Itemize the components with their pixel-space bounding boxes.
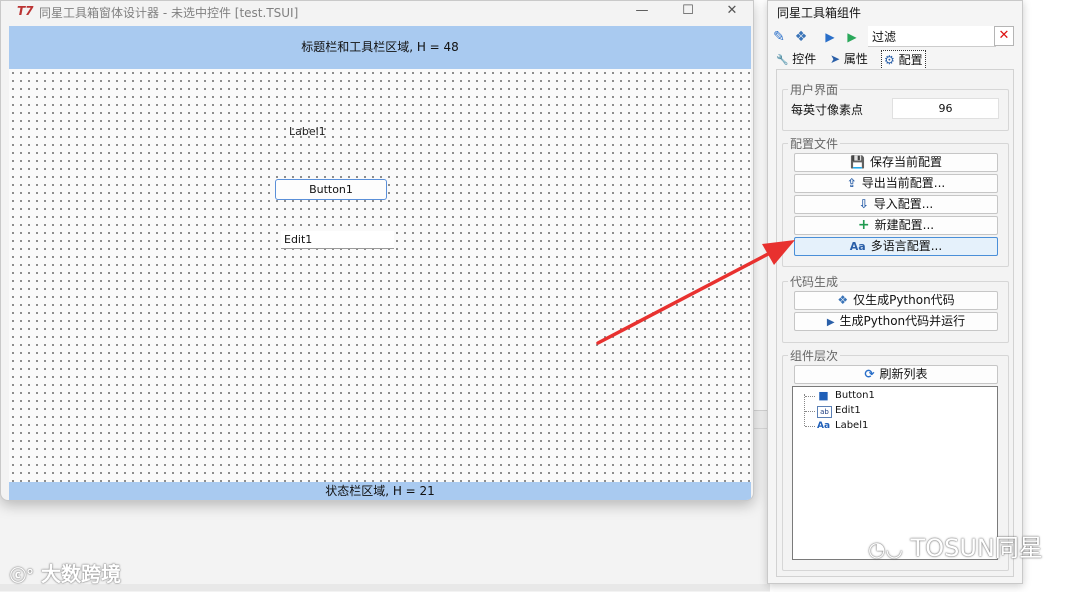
- import-config-button[interactable]: ⇩ 导入配置...: [794, 195, 998, 214]
- hierarchy-group-title: 组件层次: [788, 347, 841, 364]
- minimize-button[interactable]: —: [619, 1, 665, 23]
- edit-widget-icon: ab: [817, 406, 832, 418]
- refresh-list-button[interactable]: ⟳ 刷新列表: [794, 365, 998, 384]
- button-label: 仅生成Python代码: [853, 293, 955, 307]
- tree-item-button1[interactable]: Button1: [835, 390, 875, 401]
- button1-widget[interactable]: Button1: [275, 179, 387, 200]
- refresh-icon: ⟳: [864, 367, 875, 381]
- label1-widget[interactable]: Label1: [289, 125, 326, 138]
- tab-label: 配置: [898, 53, 923, 67]
- form-status-region[interactable]: 状态栏区域, H = 21: [9, 482, 751, 500]
- designer-window: T7 同星工具箱窗体设计器 - 未选中控件 [test.TSUI] — ☐ ✕ …: [0, 0, 754, 501]
- dpi-label: 每英寸像素点: [791, 103, 864, 117]
- export-config-button[interactable]: ⇪ 导出当前配置...: [794, 174, 998, 193]
- pencil-icon[interactable]: ✎: [770, 28, 788, 46]
- watermark-right: ◔◡ TOSUN同星: [868, 528, 1043, 563]
- filter-label: 过滤: [872, 30, 897, 44]
- button-label: 刷新列表: [879, 367, 928, 381]
- button-label: 新建配置...: [874, 218, 935, 232]
- wrench-icon: 🔧: [776, 55, 789, 66]
- code-gen-group-title: 代码生成: [788, 273, 841, 290]
- tree-connector: [804, 394, 805, 426]
- language-icon: Aa: [849, 240, 866, 253]
- form-header-region[interactable]: 标题栏和工具栏区域, H = 48: [9, 26, 751, 69]
- component-panel: 同星工具箱组件 ✎ ❖ ▶ ▶ 过滤 ✕ 🔧 控件 ➤ 属性 ⚙ 配置 用户界面…: [767, 0, 1023, 584]
- label-widget-icon: Aa: [817, 421, 831, 431]
- run-green-icon[interactable]: ▶: [843, 28, 861, 46]
- close-button[interactable]: ✕: [709, 1, 753, 23]
- properties-icon: ➤: [830, 52, 841, 66]
- save-config-button[interactable]: 💾 保存当前配置: [794, 153, 998, 172]
- form-design-canvas[interactable]: [9, 69, 751, 482]
- designer-titlebar[interactable]: T7 同星工具箱窗体设计器 - 未选中控件 [test.TSUI] — ☐ ✕: [1, 1, 753, 23]
- tab-properties[interactable]: ➤ 属性: [830, 50, 868, 68]
- ui-group-title: 用户界面: [788, 81, 841, 98]
- watermark-right-text: TOSUN同星: [910, 534, 1043, 562]
- config-group-title: 配置文件: [788, 135, 841, 152]
- watermark-logo-icon: ⓒ°: [10, 566, 35, 585]
- export-icon: ⇪: [846, 176, 857, 190]
- tab-config[interactable]: ⚙ 配置: [881, 50, 926, 70]
- watermark-left-text: 大数跨境: [40, 562, 121, 586]
- dpi-input[interactable]: 96: [892, 98, 999, 119]
- tab-label: 控件: [792, 52, 817, 66]
- tab-controls[interactable]: 🔧 控件: [776, 50, 816, 68]
- tree-item-edit1[interactable]: Edit1: [835, 405, 861, 416]
- gear-icon: ⚙: [884, 53, 895, 67]
- generate-python-button[interactable]: ❖ 仅生成Python代码: [794, 291, 998, 310]
- watermark-left: ⓒ° 大数跨境: [10, 558, 121, 587]
- generate-run-python-button[interactable]: ▶ 生成Python代码并运行: [794, 312, 998, 331]
- tree-connector: [805, 396, 815, 397]
- tab-label: 属性: [843, 52, 868, 66]
- python-icon[interactable]: ❖: [792, 28, 810, 46]
- wechat-icon: ◔◡: [868, 537, 903, 561]
- maximize-button[interactable]: ☐: [665, 1, 711, 23]
- run-icon[interactable]: ▶: [821, 28, 839, 46]
- play-icon: ▶: [826, 317, 835, 328]
- edit1-widget[interactable]: Edit1: [281, 231, 394, 249]
- multilang-config-button[interactable]: Aa 多语言配置...: [794, 237, 998, 256]
- panel-title: 同星工具箱组件: [777, 6, 862, 20]
- button-widget-icon: ■: [818, 389, 829, 402]
- clear-filter-button[interactable]: ✕: [994, 26, 1014, 46]
- python-icon: ❖: [837, 293, 849, 307]
- button-label: 生成Python代码并运行: [839, 314, 966, 328]
- button-label: 导入配置...: [873, 197, 934, 211]
- import-icon: ⇩: [858, 197, 869, 211]
- plus-icon: +: [857, 217, 870, 233]
- tree-connector: [805, 426, 815, 427]
- designer-title: 同星工具箱窗体设计器 - 未选中控件 [test.TSUI]: [39, 6, 299, 20]
- new-config-button[interactable]: + 新建配置...: [794, 216, 998, 235]
- button-label: 保存当前配置: [869, 155, 942, 169]
- tree-item-label1[interactable]: Label1: [835, 420, 868, 431]
- app-logo-icon: T7: [17, 4, 34, 18]
- button-label: 导出当前配置...: [861, 176, 946, 190]
- tree-connector: [805, 411, 815, 412]
- button-label: 多语言配置...: [870, 239, 943, 253]
- save-icon: 💾: [850, 155, 865, 169]
